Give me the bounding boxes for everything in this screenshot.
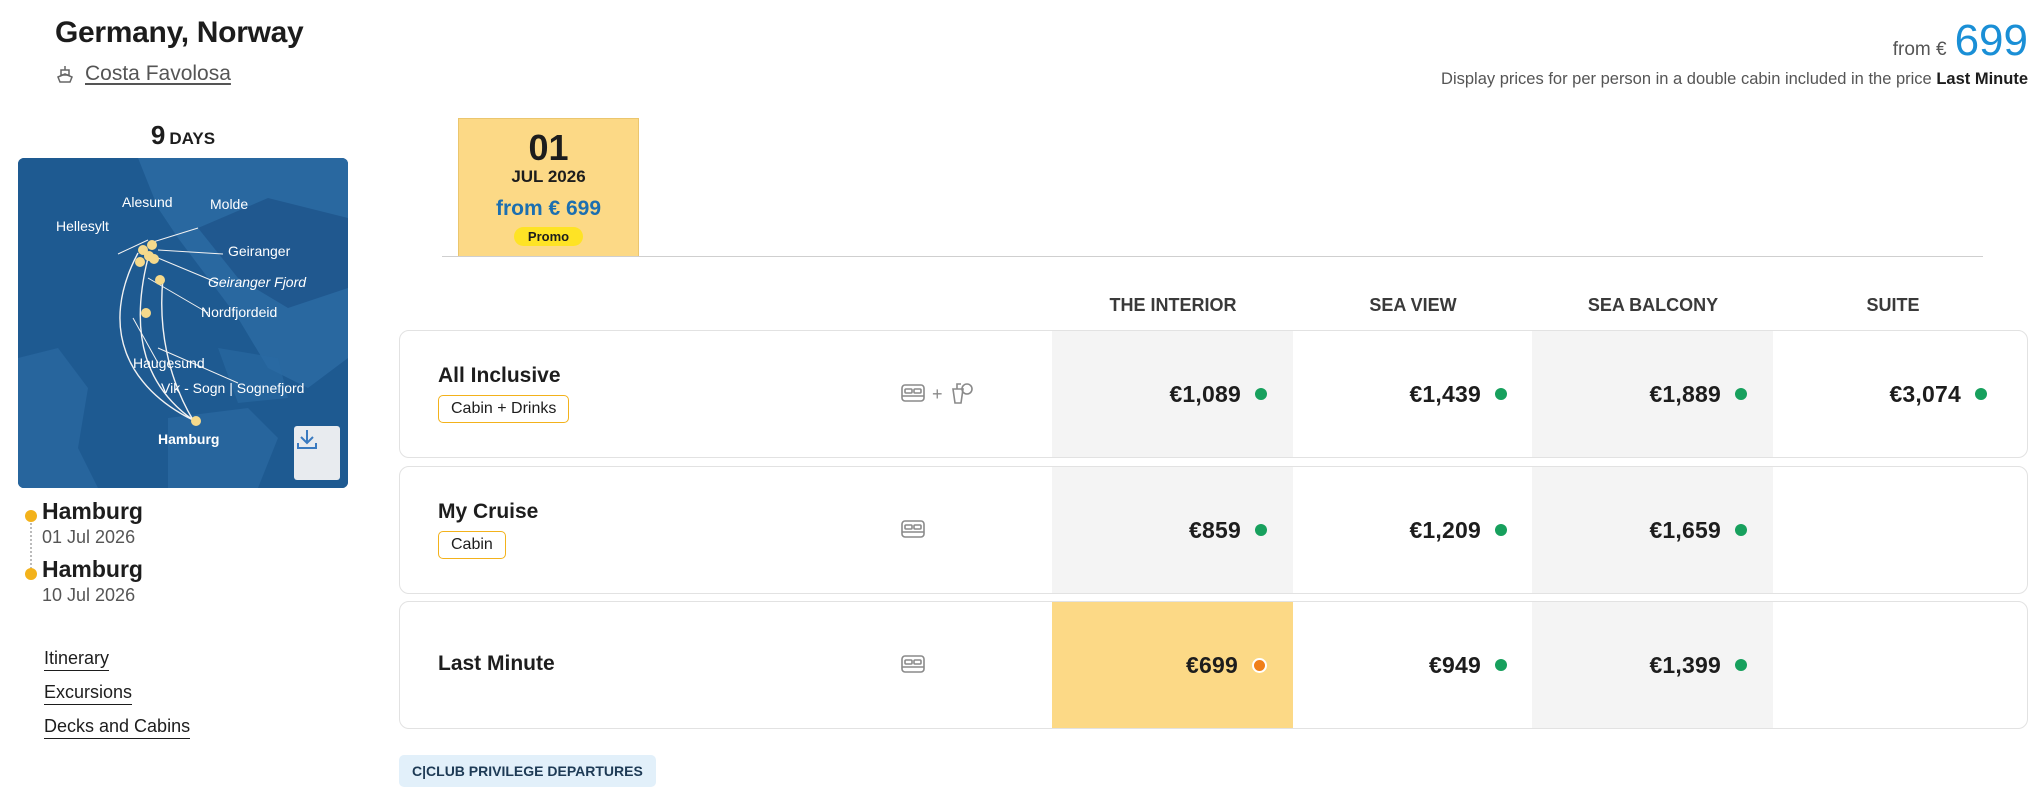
fare-row-all-inclusive: All Inclusive Cabin + Drinks + €1,089 €1…: [399, 330, 2028, 458]
map-label-nordfjordeid: Nordfjordeid: [201, 304, 278, 320]
availability-dot: [1975, 388, 1987, 400]
stop-start: Hamburg 01 Jul 2026: [22, 498, 143, 548]
price-from-label: from €: [1892, 39, 1947, 60]
ship-icon: [55, 64, 75, 84]
bed-icon: [901, 655, 925, 673]
route-map[interactable]: Alesund Molde Hellesylt Geiranger Geiran…: [18, 158, 348, 488]
tab-divider: [442, 256, 1983, 257]
price-cell-sea-balcony[interactable]: €1,399: [1532, 602, 1773, 728]
fare-icons: +: [900, 331, 975, 457]
departure-date-card[interactable]: 01 JUL 2026 from € 699 Promo: [458, 118, 639, 256]
fare-name: All Inclusive: [438, 364, 561, 387]
map-label-hellesylt: Hellesylt: [56, 218, 109, 234]
price-from: from € 699: [1893, 16, 2028, 66]
price-cell-interior-selected[interactable]: €699: [1052, 602, 1293, 728]
trip-duration: 9 DAYS: [18, 120, 348, 151]
price-cell-sea-view[interactable]: €1,209: [1292, 467, 1533, 593]
price-cell-sea-view[interactable]: €1,439: [1292, 331, 1533, 457]
availability-dot-limited: [1252, 657, 1267, 673]
stop-dot: [25, 510, 37, 522]
fare-name: Last Minute: [438, 652, 555, 675]
price-disclaimer: Display prices for per person in a doubl…: [1441, 70, 2028, 89]
departure-price: from € 699: [495, 197, 602, 220]
download-button[interactable]: [294, 426, 340, 480]
promo-badge: Promo: [513, 227, 584, 246]
disclaimer-bold: Last Minute: [1936, 70, 2028, 88]
price-value: €949: [1429, 651, 1481, 678]
fare-row-last-minute: Last Minute €699 €949 €1,399: [399, 601, 2028, 729]
price-cell-suite-empty: [1772, 467, 2013, 593]
price-cell-suite-empty: [1772, 602, 2013, 728]
link-itinerary[interactable]: Itinerary: [44, 648, 110, 671]
link-excursions[interactable]: Excursions: [44, 682, 133, 705]
price-value: €1,089: [1169, 380, 1241, 407]
price-value: €859: [1189, 516, 1241, 543]
map-label-molde: Molde: [210, 196, 249, 212]
col-interior: THE INTERIOR: [1109, 295, 1237, 315]
map-label-vik: Vik - Sogn | Sognefjord: [161, 380, 305, 396]
availability-dot: [1495, 659, 1507, 671]
drinks-icon: [951, 383, 973, 404]
fare-name: My Cruise: [438, 500, 539, 523]
price-cell-interior[interactable]: €1,089: [1052, 331, 1293, 457]
price-cell-sea-balcony[interactable]: €1,889: [1532, 331, 1773, 457]
price-value: €1,209: [1409, 516, 1481, 543]
fare-icons: [900, 602, 926, 728]
departure-day: 01: [528, 127, 569, 168]
fare-icons: [900, 467, 926, 593]
bed-icon: [901, 384, 925, 402]
price-value: €3,074: [1889, 380, 1961, 407]
stop-dot: [25, 568, 37, 580]
itinerary-stops: Hamburg 01 Jul 2026 Hamburg 10 Jul 2026: [22, 498, 143, 614]
availability-dot: [1495, 388, 1507, 400]
availability-dot: [1735, 388, 1747, 400]
col-sea-balcony: SEA BALCONY: [1587, 295, 1719, 315]
map-label-hamburg: Hamburg: [158, 431, 220, 447]
availability-dot: [1255, 388, 1267, 400]
ship-name[interactable]: Costa Favolosa: [85, 62, 231, 86]
price-value: €1,399: [1649, 651, 1721, 678]
col-suite: SUITE: [1866, 295, 1920, 315]
price-cell-sea-view[interactable]: €949: [1292, 602, 1533, 728]
price-value: €1,889: [1649, 380, 1721, 407]
disclaimer-text: Display prices for per person in a doubl…: [1441, 70, 1932, 88]
map-label-alesund: Alesund: [122, 194, 173, 210]
duration-number: 9: [150, 120, 166, 150]
price-cell-interior[interactable]: €859: [1052, 467, 1293, 593]
price-value: €699: [1186, 651, 1238, 678]
stop-name: Hamburg: [42, 556, 143, 582]
map-label-geiranger-fjord: Geiranger Fjord: [208, 274, 307, 290]
stop-end: Hamburg 10 Jul 2026: [22, 556, 143, 606]
fare-badge: Cabin: [438, 531, 506, 559]
duration-unit: DAYS: [169, 129, 216, 148]
price-value: €1,659: [1649, 516, 1721, 543]
club-privilege-badge[interactable]: C|CLUB PRIVILEGE DEPARTURES: [399, 755, 656, 787]
price-cell-sea-balcony[interactable]: €1,659: [1532, 467, 1773, 593]
price-cell-suite[interactable]: €3,074: [1772, 331, 2013, 457]
availability-dot: [1255, 524, 1267, 536]
detail-links: Itinerary Excursions Decks and Cabins: [44, 648, 191, 750]
availability-dot: [1495, 524, 1507, 536]
stop-date: 10 Jul 2026: [42, 585, 136, 605]
fare-row-my-cruise: My Cruise Cabin €859 €1,209 €1,659: [399, 466, 2028, 594]
bed-icon: [901, 520, 925, 538]
fare-badge: Cabin + Drinks: [438, 395, 570, 423]
stop-date: 01 Jul 2026: [42, 527, 136, 547]
departure-month: JUL 2026: [511, 167, 586, 186]
price-from-value: 699: [1954, 16, 2028, 65]
download-icon: [297, 430, 317, 449]
col-sea-view: SEA VIEW: [1369, 295, 1457, 315]
price-value: €1,439: [1409, 380, 1481, 407]
map-label-geiranger: Geiranger: [228, 243, 291, 259]
map-label-haugesund: Haugesund: [133, 355, 205, 371]
page-title: Germany, Norway: [55, 16, 304, 49]
plus-sign: +: [932, 383, 943, 404]
availability-dot: [1735, 659, 1747, 671]
link-decks-cabins[interactable]: Decks and Cabins: [44, 716, 191, 739]
ship-link[interactable]: Costa Favolosa: [55, 62, 231, 86]
availability-dot: [1735, 524, 1747, 536]
stop-name: Hamburg: [42, 498, 143, 524]
